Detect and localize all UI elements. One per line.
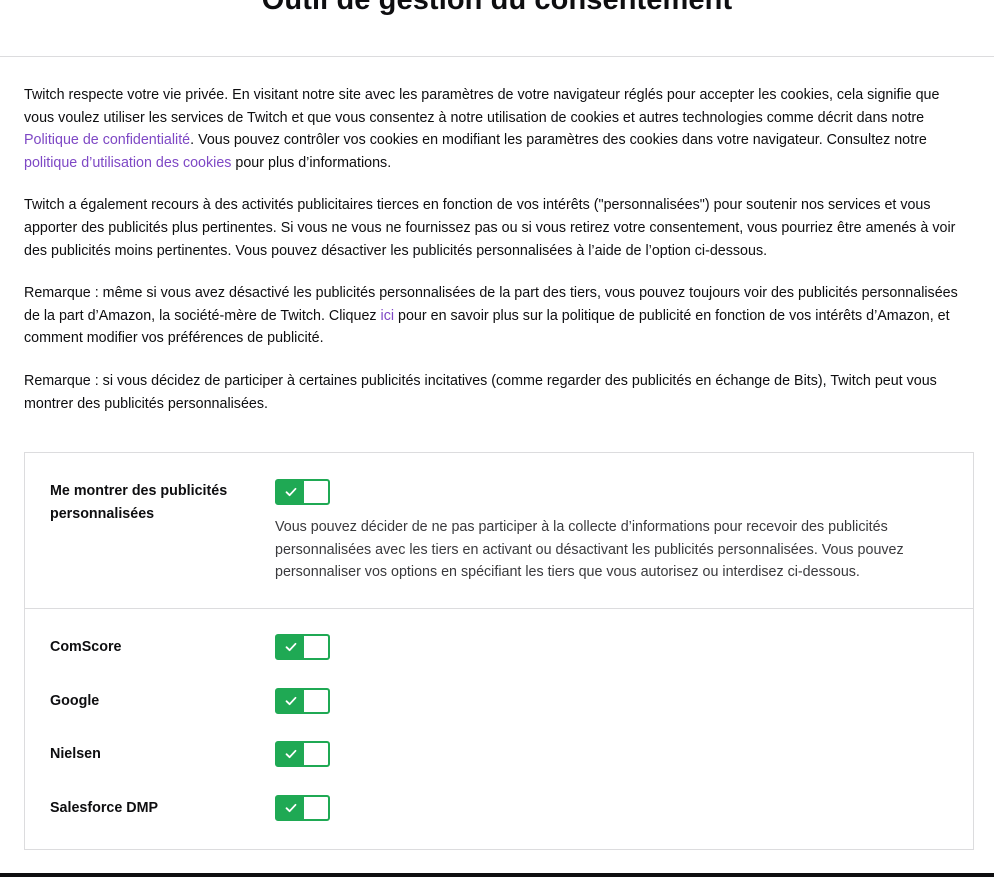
amazon-ads-link[interactable]: ici	[381, 308, 395, 324]
personalized-ads-toggle-wrap	[275, 479, 330, 505]
checkmark-icon	[277, 690, 304, 712]
vendor-toggle-wrap	[275, 688, 330, 714]
vendor-toggle-wrap	[275, 741, 330, 767]
vendor-label: ComScore	[50, 639, 122, 655]
checkmark-icon	[277, 636, 304, 658]
vendor-row-google: Google	[25, 688, 973, 714]
personalized-ads-description: Vous pouvez décider de ne pas participer…	[275, 519, 904, 581]
vendor-label: Google	[50, 693, 100, 709]
checkmark-icon	[277, 481, 304, 503]
consent-page: Outil de gestion du consentement Twitch …	[0, 0, 994, 877]
privacy-text-3: pour plus d’informations.	[231, 154, 392, 171]
vendor-row-salesforce-dmp: Salesforce DMP	[25, 795, 973, 821]
salesforce-dmp-toggle[interactable]	[275, 795, 330, 821]
vendor-label: Salesforce DMP	[50, 800, 159, 816]
personalized-ads-toggle[interactable]	[275, 479, 330, 505]
vendor-label: Nielsen	[50, 746, 101, 762]
page-header: Outil de gestion du consentement	[0, 0, 994, 57]
personalized-ads-row: Me montrer des publicités personnalisées…	[25, 453, 973, 609]
privacy-text-2: . Vous pouvez contrôler vos cookies en m…	[190, 132, 927, 149]
incentive-note-paragraph: Remarque : si vous décidez de participer…	[24, 372, 937, 412]
vendor-row-nielsen: Nielsen	[25, 741, 973, 767]
comscore-toggle[interactable]	[275, 634, 330, 660]
consent-panel: Me montrer des publicités personnalisées…	[24, 452, 974, 850]
google-toggle[interactable]	[275, 688, 330, 714]
nielsen-toggle[interactable]	[275, 741, 330, 767]
cookie-policy-link[interactable]: politique d’utilisation des cookies	[24, 155, 231, 171]
privacy-text-1: Twitch respecte votre vie privée. En vis…	[24, 87, 940, 126]
intro-text: Twitch respecte votre vie privée. En vis…	[24, 84, 970, 435]
personalized-ads-label: Me montrer des publicités personnalisées	[50, 483, 228, 522]
checkmark-icon	[277, 743, 304, 765]
vendor-row-comscore: ComScore	[25, 634, 973, 660]
ads-paragraph: Twitch a également recours à des activit…	[24, 197, 956, 259]
privacy-policy-link[interactable]: Politique de confidentialité	[24, 132, 190, 148]
amazon-note-paragraph: Remarque : même si vous avez désactivé l…	[24, 282, 970, 350]
checkmark-icon	[277, 797, 304, 819]
page-title: Outil de gestion du consentement	[261, 0, 733, 16]
vendor-toggle-wrap	[275, 795, 330, 821]
privacy-paragraph: Twitch respecte votre vie privée. En vis…	[24, 84, 970, 174]
vendor-toggle-wrap	[275, 634, 330, 660]
bottom-divider	[0, 873, 994, 877]
